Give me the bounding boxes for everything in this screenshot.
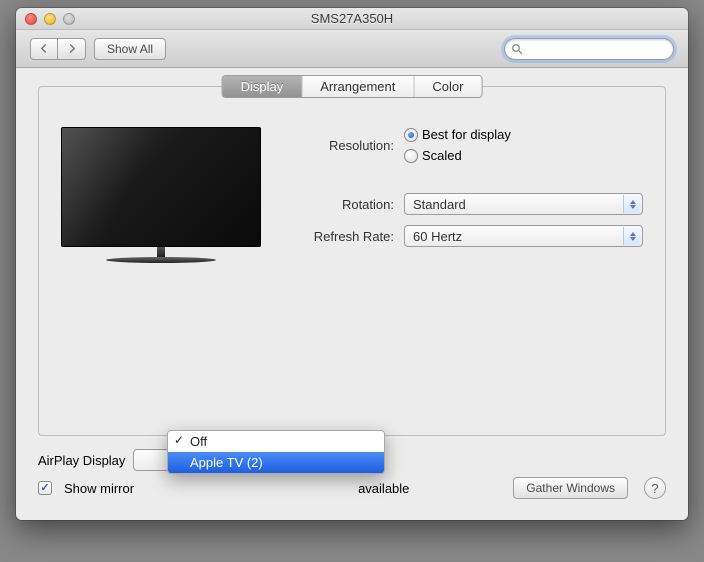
popup-stepper-icon [623, 227, 641, 245]
forward-button[interactable] [58, 38, 86, 60]
rotation-label: Rotation: [294, 197, 394, 212]
tab-color[interactable]: Color [414, 76, 481, 97]
show-all-button[interactable]: Show All [94, 38, 166, 60]
show-mirroring-label-prefix: Show mirror [64, 481, 134, 496]
window-title: SMS27A350H [16, 11, 688, 26]
rotation-popup[interactable]: Standard [404, 193, 643, 215]
tab-arrangement[interactable]: Arrangement [302, 76, 414, 97]
radio-icon [404, 149, 418, 163]
gather-windows-button[interactable]: Gather Windows [513, 477, 628, 499]
nav-back-forward [30, 38, 86, 60]
search-icon [511, 43, 523, 55]
display-panel: Display Arrangement Color Resolution: [38, 86, 666, 436]
prefs-window: SMS27A350H Show All Display Arrangement [16, 8, 688, 520]
airplay-option-apple-tv[interactable]: Apple TV (2) [168, 452, 384, 473]
back-button[interactable] [30, 38, 58, 60]
show-mirroring-label-suffix: available [358, 481, 409, 496]
airplay-option-off[interactable]: Off [168, 431, 384, 452]
traffic-lights [25, 13, 75, 25]
help-button[interactable]: ? [644, 477, 666, 499]
chevron-right-icon [67, 44, 76, 53]
refresh-rate-popup[interactable]: 60 Hertz [404, 225, 643, 247]
resolution-label: Resolution: [294, 138, 394, 153]
resolution-scaled-label: Scaled [422, 148, 462, 163]
airplay-dropdown-menu: Off Apple TV (2) [167, 430, 385, 474]
rotation-value: Standard [413, 197, 466, 212]
monitor-icon [61, 127, 261, 263]
refresh-value: 60 Hertz [413, 229, 462, 244]
popup-stepper-icon [623, 195, 641, 213]
airplay-label: AirPlay Display [38, 453, 125, 468]
tab-display[interactable]: Display [223, 76, 303, 97]
zoom-window-button[interactable] [63, 13, 75, 25]
bottom-controls: AirPlay Display Off Apple TV (2) Show mi… [38, 436, 666, 506]
refresh-label: Refresh Rate: [294, 229, 394, 244]
minimize-window-button[interactable] [44, 13, 56, 25]
display-settings: Resolution: Best for display Scaled [294, 127, 643, 263]
tab-bar: Display Arrangement Color [222, 75, 483, 98]
resolution-best-option[interactable]: Best for display [404, 127, 511, 142]
resolution-best-label: Best for display [422, 127, 511, 142]
search-input[interactable] [527, 42, 682, 56]
show-mirroring-checkbox[interactable] [38, 481, 52, 495]
close-window-button[interactable] [25, 13, 37, 25]
toolbar: Show All [16, 30, 688, 68]
radio-checked-icon [404, 128, 418, 142]
resolution-scaled-option[interactable]: Scaled [404, 148, 511, 163]
search-field[interactable] [504, 38, 674, 60]
monitor-preview [61, 127, 266, 263]
content-area: Display Arrangement Color Resolution: [16, 68, 688, 520]
titlebar: SMS27A350H [16, 8, 688, 30]
chevron-left-icon [40, 44, 49, 53]
